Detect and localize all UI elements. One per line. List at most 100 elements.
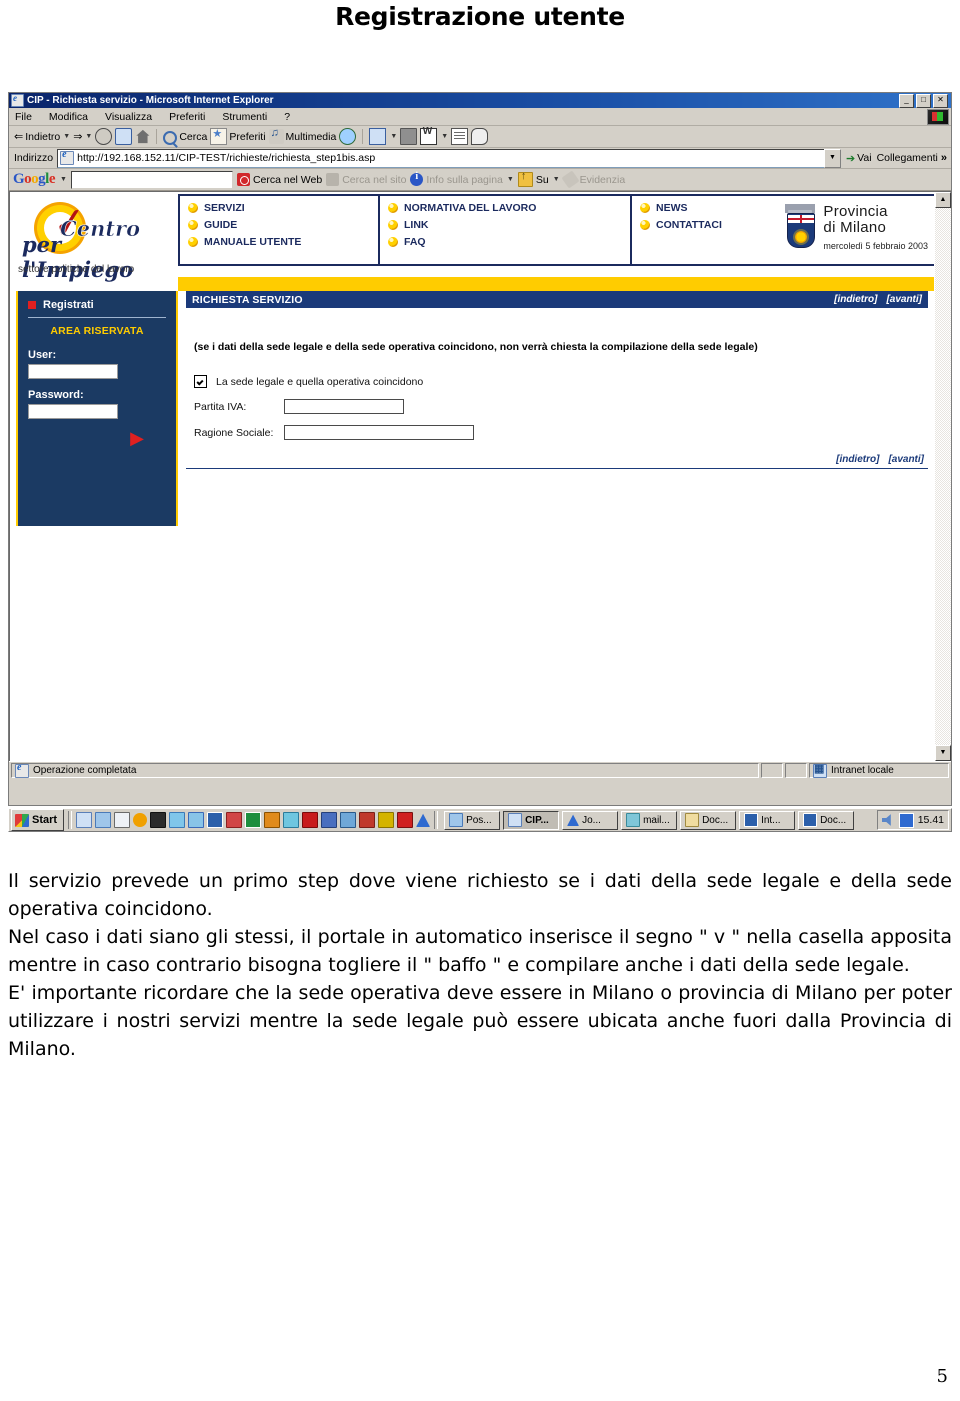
app-icon-12[interactable] (416, 813, 431, 827)
history-icon[interactable] (339, 128, 357, 145)
taskbar-button-doc2[interactable]: Doc... (798, 810, 855, 830)
app-icon-5[interactable] (264, 812, 281, 828)
nav-link-news[interactable]: NEWS (640, 202, 722, 214)
menu-item-visualizza[interactable]: Visualizza (105, 111, 152, 123)
clock[interactable]: 15.41 (918, 814, 944, 826)
menu-item-help[interactable]: ? (284, 111, 290, 123)
chevron-down-icon[interactable]: ▼ (553, 176, 560, 183)
nav-back-link-top[interactable]: [indietro] (834, 294, 877, 305)
media-player-icon[interactable] (133, 813, 148, 827)
section-nav-links-bottom[interactable]: [indietro] [avanti] (186, 454, 928, 465)
nav-next-link-bottom[interactable]: [avanti] (888, 454, 924, 465)
user-input[interactable] (28, 364, 118, 379)
app-icon-1[interactable] (150, 812, 167, 828)
edit-in-word-icon[interactable] (420, 126, 438, 145)
messenger-icon[interactable] (471, 128, 489, 145)
login-submit-button[interactable]: ▶ (28, 429, 166, 447)
home-icon[interactable] (136, 129, 150, 144)
maximize-button[interactable]: □ (916, 93, 931, 108)
address-dropdown-button[interactable]: ▼ (823, 148, 841, 168)
scroll-up-button[interactable]: ▲ (935, 192, 951, 208)
start-button[interactable]: Start (11, 809, 65, 831)
media-button[interactable]: Multimedia (268, 127, 336, 144)
section-nav-links[interactable]: [indietro] [avanti] (834, 294, 922, 305)
chevron-down-icon[interactable]: ▼ (60, 176, 67, 183)
app-icon-10[interactable] (378, 812, 395, 828)
nav-link-manuale-utente[interactable]: MANUALE UTENTE (188, 236, 378, 248)
app-icon-3[interactable] (188, 812, 205, 828)
back-button[interactable]: ⇐ Indietro ▼ (14, 130, 70, 144)
menu-bar[interactable]: File Modifica Visualizza Preferiti Strum… (9, 108, 951, 126)
minimize-button[interactable]: _ (899, 93, 914, 108)
system-tray[interactable]: 15.41 (876, 810, 949, 830)
print-icon[interactable] (400, 128, 418, 145)
scroll-down-button[interactable]: ▼ (935, 745, 951, 761)
taskbar-button-jo[interactable]: Jo... (562, 810, 619, 830)
highlight-button[interactable]: Evidenzia (561, 170, 625, 189)
taskbar-button-posta[interactable]: Pos... (444, 810, 501, 830)
nav-next-link-top[interactable]: [avanti] (886, 294, 922, 305)
chevron-down-icon[interactable]: ▼ (441, 133, 448, 140)
site-logo[interactable]: ✓ Centro per l'Impiego settore politiche… (10, 192, 178, 282)
stop-icon[interactable] (95, 128, 113, 145)
search-button[interactable]: Cerca (163, 129, 207, 145)
address-input[interactable]: http://192.168.152.11/CIP-TEST/richieste… (57, 148, 825, 168)
password-input[interactable] (28, 404, 118, 419)
nav-link-contattaci[interactable]: CONTATTACI (640, 219, 722, 231)
app-icon-8[interactable] (340, 812, 357, 828)
app-icon-11[interactable] (397, 812, 414, 828)
favorites-button[interactable]: Preferiti (210, 127, 266, 145)
links-button[interactable]: Collegamenti » (877, 152, 951, 164)
google-web-search-button[interactable]: Cerca nel Web (236, 173, 322, 186)
google-site-search-button[interactable]: Cerca nel sito (326, 173, 406, 186)
taskbar-button-int[interactable]: Int... (739, 810, 796, 830)
up-button[interactable]: Su ▼ (517, 170, 560, 187)
language-icon[interactable] (898, 812, 914, 828)
discussions-icon[interactable] (451, 128, 469, 145)
refresh-icon[interactable] (115, 128, 133, 145)
sidebar-item-registrati[interactable]: Registrati (28, 299, 166, 311)
nav-link-normativa-del-lavoro[interactable]: NORMATIVA DEL LAVORO (388, 202, 630, 214)
chevron-down-icon[interactable]: ▼ (390, 133, 397, 140)
forward-button[interactable]: ⇒ ▼ (73, 130, 92, 143)
window-controls[interactable]: _ □ ✕ (899, 93, 949, 108)
outlook-icon[interactable] (95, 812, 112, 828)
chevron-right-icon[interactable]: » (941, 152, 947, 164)
nav-back-link-bottom[interactable]: [indietro] (836, 454, 879, 465)
ragione-sociale-input[interactable] (284, 425, 474, 440)
google-toolbar[interactable]: Google ▼ Cerca nel Web Cerca nel sito In… (9, 169, 951, 191)
go-button[interactable]: ➔ Vai (846, 152, 872, 165)
page-info-button[interactable]: Info sulla pagina ▼ (410, 171, 514, 186)
vertical-scrollbar[interactable]: ▲ ▼ (934, 192, 951, 761)
taskbar-button-doc1[interactable]: Doc... (680, 810, 737, 830)
taskbar-button-mail[interactable]: mail... (621, 810, 678, 830)
app-icon-4[interactable] (226, 812, 243, 828)
menu-item-file[interactable]: File (15, 111, 32, 123)
partita-iva-input[interactable] (284, 399, 404, 414)
scrollbar-track[interactable] (935, 208, 951, 745)
quick-launch-bar[interactable] (76, 812, 431, 828)
coincidono-checkbox-row[interactable]: La sede legale e quella operativa coinci… (194, 375, 928, 388)
chevron-down-icon[interactable]: ▼ (63, 133, 70, 140)
nav-link-servizi[interactable]: SERVIZI (188, 202, 378, 214)
show-desktop-icon[interactable] (114, 812, 131, 828)
taskbar-buttons[interactable]: Pos... CIP... Jo... mail... Doc... Int..… (444, 810, 855, 830)
word-icon[interactable] (207, 812, 224, 828)
app-icon-6[interactable] (283, 812, 300, 828)
mail-icon[interactable] (369, 128, 387, 145)
ie-icon[interactable] (76, 812, 93, 828)
nav-link-link[interactable]: LINK (388, 219, 630, 231)
menu-item-preferiti[interactable]: Preferiti (169, 111, 205, 123)
nav-link-guide[interactable]: GUIDE (188, 219, 378, 231)
google-search-input[interactable] (70, 170, 233, 189)
app-icon-9[interactable] (359, 812, 376, 828)
address-bar[interactable]: Indirizzo http://192.168.152.11/CIP-TEST… (9, 148, 951, 169)
menu-item-modifica[interactable]: Modifica (49, 111, 88, 123)
coincidono-checkbox[interactable] (194, 375, 207, 388)
taskbar-button-cip[interactable]: CIP... (503, 810, 560, 830)
close-button[interactable]: ✕ (933, 93, 948, 108)
excel-icon[interactable] (245, 812, 262, 828)
acrobat-icon[interactable] (302, 812, 319, 828)
nav-link-faq[interactable]: FAQ (388, 236, 630, 248)
app-icon-2[interactable] (169, 812, 186, 828)
